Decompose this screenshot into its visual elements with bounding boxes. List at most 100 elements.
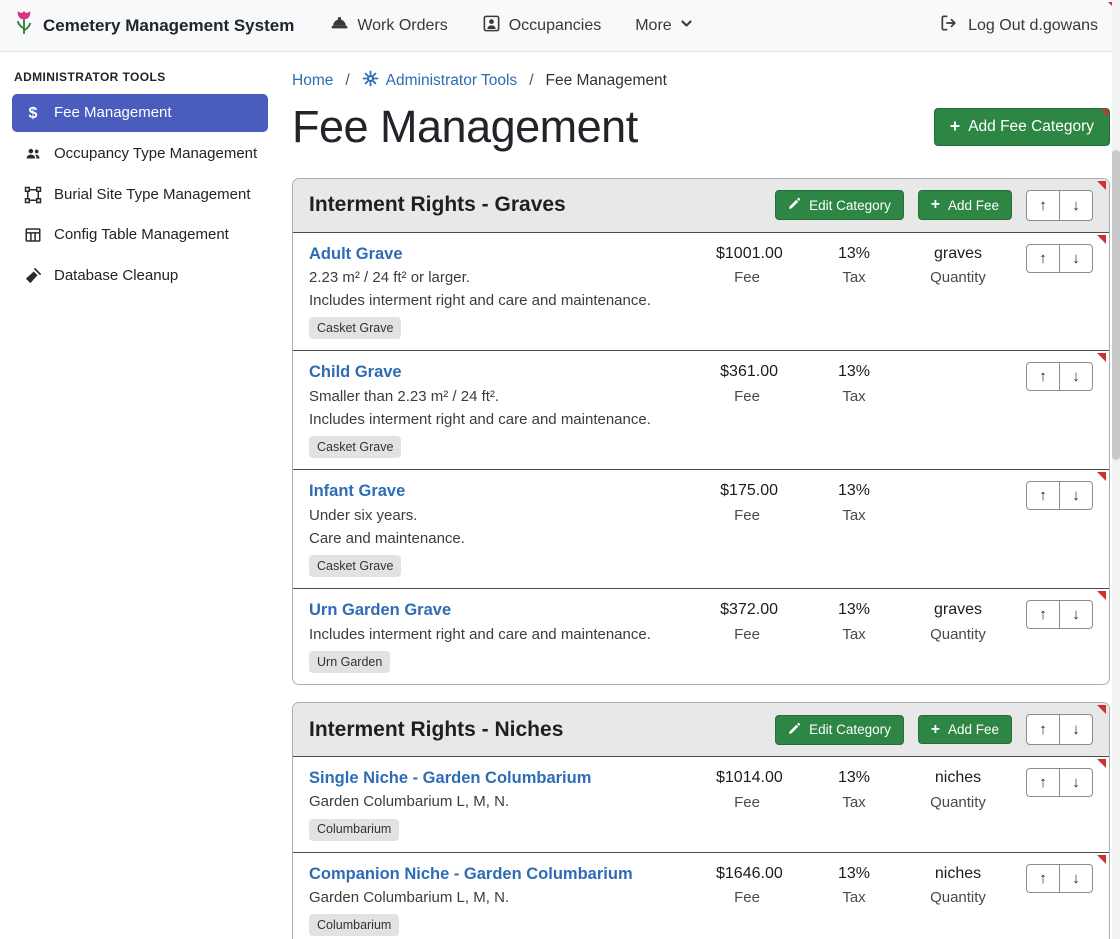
fee-details: Adult Grave 2.23 m² / 24 ft² or larger. … xyxy=(309,244,716,340)
breadcrumb-separator: / xyxy=(529,72,533,90)
breadcrumb-home-link[interactable]: Home xyxy=(292,72,333,90)
fee-name-link[interactable]: Single Niche - Garden Columbarium xyxy=(309,768,591,789)
quantity-label: Quantity xyxy=(912,626,1004,643)
red-corner-marker xyxy=(1097,353,1106,362)
sidebar-item-database-cleanup[interactable]: Database Cleanup xyxy=(12,257,268,295)
fee-type-badge: Casket Grave xyxy=(309,317,401,339)
fee-move-down-button[interactable]: ↓ xyxy=(1059,244,1093,273)
fee-move-up-button[interactable]: ↑ xyxy=(1026,864,1060,893)
red-corner-marker xyxy=(1097,181,1106,190)
fee-move-up-button[interactable]: ↑ xyxy=(1026,244,1060,273)
quantity-col: graves Quantity xyxy=(912,244,1004,287)
category-move-down-button[interactable]: ↓ xyxy=(1059,190,1093,221)
tulip-logo-icon xyxy=(14,9,34,42)
fee-move-up-button[interactable]: ↑ xyxy=(1026,362,1060,391)
fee-amount: $175.00 xyxy=(716,481,778,502)
fee-details: Infant Grave Under six years. Care and m… xyxy=(309,481,716,577)
fee-move-down-button[interactable]: ↓ xyxy=(1059,864,1093,893)
fee-move-up-button[interactable]: ↑ xyxy=(1026,481,1060,510)
sidebar-item-fee-management[interactable]: $ Fee Management xyxy=(12,94,268,132)
fee-details: Companion Niche - Garden Columbarium Gar… xyxy=(309,864,716,937)
fee-name-link[interactable]: Child Grave xyxy=(309,362,402,383)
fee-details: Single Niche - Garden Columbarium Garden… xyxy=(309,768,716,841)
fee-name-link[interactable]: Adult Grave xyxy=(309,244,403,265)
sidebar-item-burial-site-type-management[interactable]: Burial Site Type Management xyxy=(12,176,268,214)
fee-amount: $361.00 xyxy=(716,362,778,383)
vector-square-icon xyxy=(22,186,44,204)
edit-category-button[interactable]: Edit Category xyxy=(775,715,904,745)
fee-name-link[interactable]: Infant Grave xyxy=(309,481,405,502)
fee-description-1: 2.23 m² / 24 ft² or larger. xyxy=(309,268,700,288)
fee-label: Fee xyxy=(716,507,778,524)
fee-description-1: Garden Columbarium L, M, N. xyxy=(309,888,700,908)
fee-move-up-button[interactable]: ↑ xyxy=(1026,600,1060,629)
category-cards: Interment Rights - Graves Edit Category … xyxy=(292,178,1110,939)
quantity-col: niches Quantity xyxy=(912,864,1004,907)
fee-category-card: Interment Rights - Graves Edit Category … xyxy=(292,178,1110,686)
app-brand[interactable]: Cemetery Management System xyxy=(14,9,294,42)
nav-occupancies[interactable]: Occupancies xyxy=(482,14,602,38)
fee-col: $372.00 Fee xyxy=(716,600,778,643)
category-move-down-button[interactable]: ↓ xyxy=(1059,714,1093,745)
page-scrollbar[interactable] xyxy=(1112,0,1120,939)
tax-col: 13% Tax xyxy=(824,768,884,811)
broom-icon xyxy=(22,267,44,285)
category-actions: Edit Category + Add Fee ↑ ↓ xyxy=(775,714,1093,745)
fee-move-down-button[interactable]: ↓ xyxy=(1059,362,1093,391)
fee-row: Single Niche - Garden Columbarium Garden… xyxy=(293,757,1109,853)
fee-amount: $372.00 xyxy=(716,600,778,621)
fee-rows: Adult Grave 2.23 m² / 24 ft² or larger. … xyxy=(293,233,1109,685)
fee-col: $1646.00 Fee xyxy=(716,864,778,907)
scrollbar-thumb[interactable] xyxy=(1112,150,1120,460)
edit-category-button[interactable]: Edit Category xyxy=(775,190,904,220)
logout-button[interactable]: Log Out d.gowans xyxy=(939,13,1106,38)
red-corner-marker xyxy=(1097,591,1106,600)
breadcrumb-admin-tools-link[interactable]: Administrator Tools xyxy=(362,70,518,92)
quantity-label: Quantity xyxy=(912,269,1004,286)
fee-move-down-button[interactable]: ↓ xyxy=(1059,768,1093,797)
fee-move-down-button[interactable]: ↓ xyxy=(1059,600,1093,629)
fee-type-badge: Columbarium xyxy=(309,914,399,936)
fee-col: $1001.00 Fee xyxy=(716,244,778,287)
tax-col: 13% Tax xyxy=(824,481,884,524)
main-nav: Work Orders Occupancies More xyxy=(330,14,692,38)
tax-label: Tax xyxy=(824,269,884,286)
fee-amount: $1001.00 xyxy=(716,244,778,265)
red-corner-marker xyxy=(1097,472,1106,481)
fee-reorder-buttons: ↑ ↓ xyxy=(1026,481,1093,510)
nav-more[interactable]: More xyxy=(635,17,692,35)
fee-move-up-button[interactable]: ↑ xyxy=(1026,768,1060,797)
tax-col: 13% Tax xyxy=(824,864,884,907)
add-fee-button[interactable]: + Add Fee xyxy=(918,190,1012,220)
add-fee-button[interactable]: + Add Fee xyxy=(918,715,1012,745)
category-move-up-button[interactable]: ↑ xyxy=(1026,714,1060,745)
tax-col: 13% Tax xyxy=(824,600,884,643)
tax-label: Tax xyxy=(824,626,884,643)
tax-col: 13% Tax xyxy=(824,362,884,405)
fee-col: $175.00 Fee xyxy=(716,481,778,524)
sidebar-item-occupancy-type-management[interactable]: Occupancy Type Management xyxy=(12,135,268,173)
red-corner-marker xyxy=(1097,235,1106,244)
add-fee-category-button[interactable]: + Add Fee Category xyxy=(934,108,1110,146)
sidebar-item-config-table-management[interactable]: Config Table Management xyxy=(12,216,268,254)
tax-label: Tax xyxy=(824,388,884,405)
fee-col: $361.00 Fee xyxy=(716,362,778,405)
fee-row: Infant Grave Under six years. Care and m… xyxy=(293,470,1109,589)
fee-name-link[interactable]: Urn Garden Grave xyxy=(309,600,451,621)
nav-work-orders[interactable]: Work Orders xyxy=(330,14,447,38)
category-move-up-button[interactable]: ↑ xyxy=(1026,190,1060,221)
tax-value: 13% xyxy=(824,864,884,885)
people-icon xyxy=(22,145,44,162)
tax-label: Tax xyxy=(824,507,884,524)
fee-move-down-button[interactable]: ↓ xyxy=(1059,481,1093,510)
plus-icon: + xyxy=(931,197,940,213)
main-content: Home / Administrator Tools / Fee Managem… xyxy=(280,52,1120,939)
pencil-icon xyxy=(788,722,801,738)
dollar-icon: $ xyxy=(22,104,44,123)
fee-row: Companion Niche - Garden Columbarium Gar… xyxy=(293,853,1109,939)
gear-icon xyxy=(362,70,379,92)
fee-name-link[interactable]: Companion Niche - Garden Columbarium xyxy=(309,864,633,885)
fee-reorder-buttons: ↑ ↓ xyxy=(1026,600,1093,629)
quantity-col: graves Quantity xyxy=(912,600,1004,643)
fee-row: Child Grave Smaller than 2.23 m² / 24 ft… xyxy=(293,351,1109,470)
